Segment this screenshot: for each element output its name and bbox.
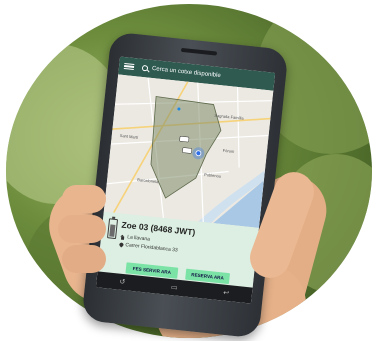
- car-location: La llavana: [126, 234, 151, 243]
- car-address-row: Carrer Floridablanca 33: [118, 241, 178, 254]
- menu-icon[interactable]: [123, 63, 135, 70]
- search-input[interactable]: Cerca un cotxe disponible: [152, 66, 221, 79]
- current-location-marker: [195, 150, 202, 157]
- fingers: [62, 185, 106, 213]
- search-icon: [141, 64, 149, 72]
- car-address: Carrer Floridablanca 33: [125, 242, 178, 254]
- map-label: Fòrum: [222, 147, 235, 154]
- home-icon: [120, 234, 125, 239]
- speaker-grille: [180, 47, 218, 56]
- map-view[interactable]: Sant Martí Sagrada Família Fòrum Barcelo…: [103, 74, 274, 228]
- map-pin-icon: [118, 241, 125, 248]
- back-icon[interactable]: ↩: [223, 289, 230, 297]
- home-button-icon[interactable]: ▭: [171, 284, 178, 292]
- recent-apps-icon[interactable]: ↺: [119, 278, 126, 286]
- battery-icon: [107, 218, 119, 240]
- phone-screen: Cerca un cotxe disponible Sant Martí Sag…: [95, 56, 276, 304]
- smartphone: Cerca un cotxe disponible Sant Martí Sag…: [81, 31, 289, 339]
